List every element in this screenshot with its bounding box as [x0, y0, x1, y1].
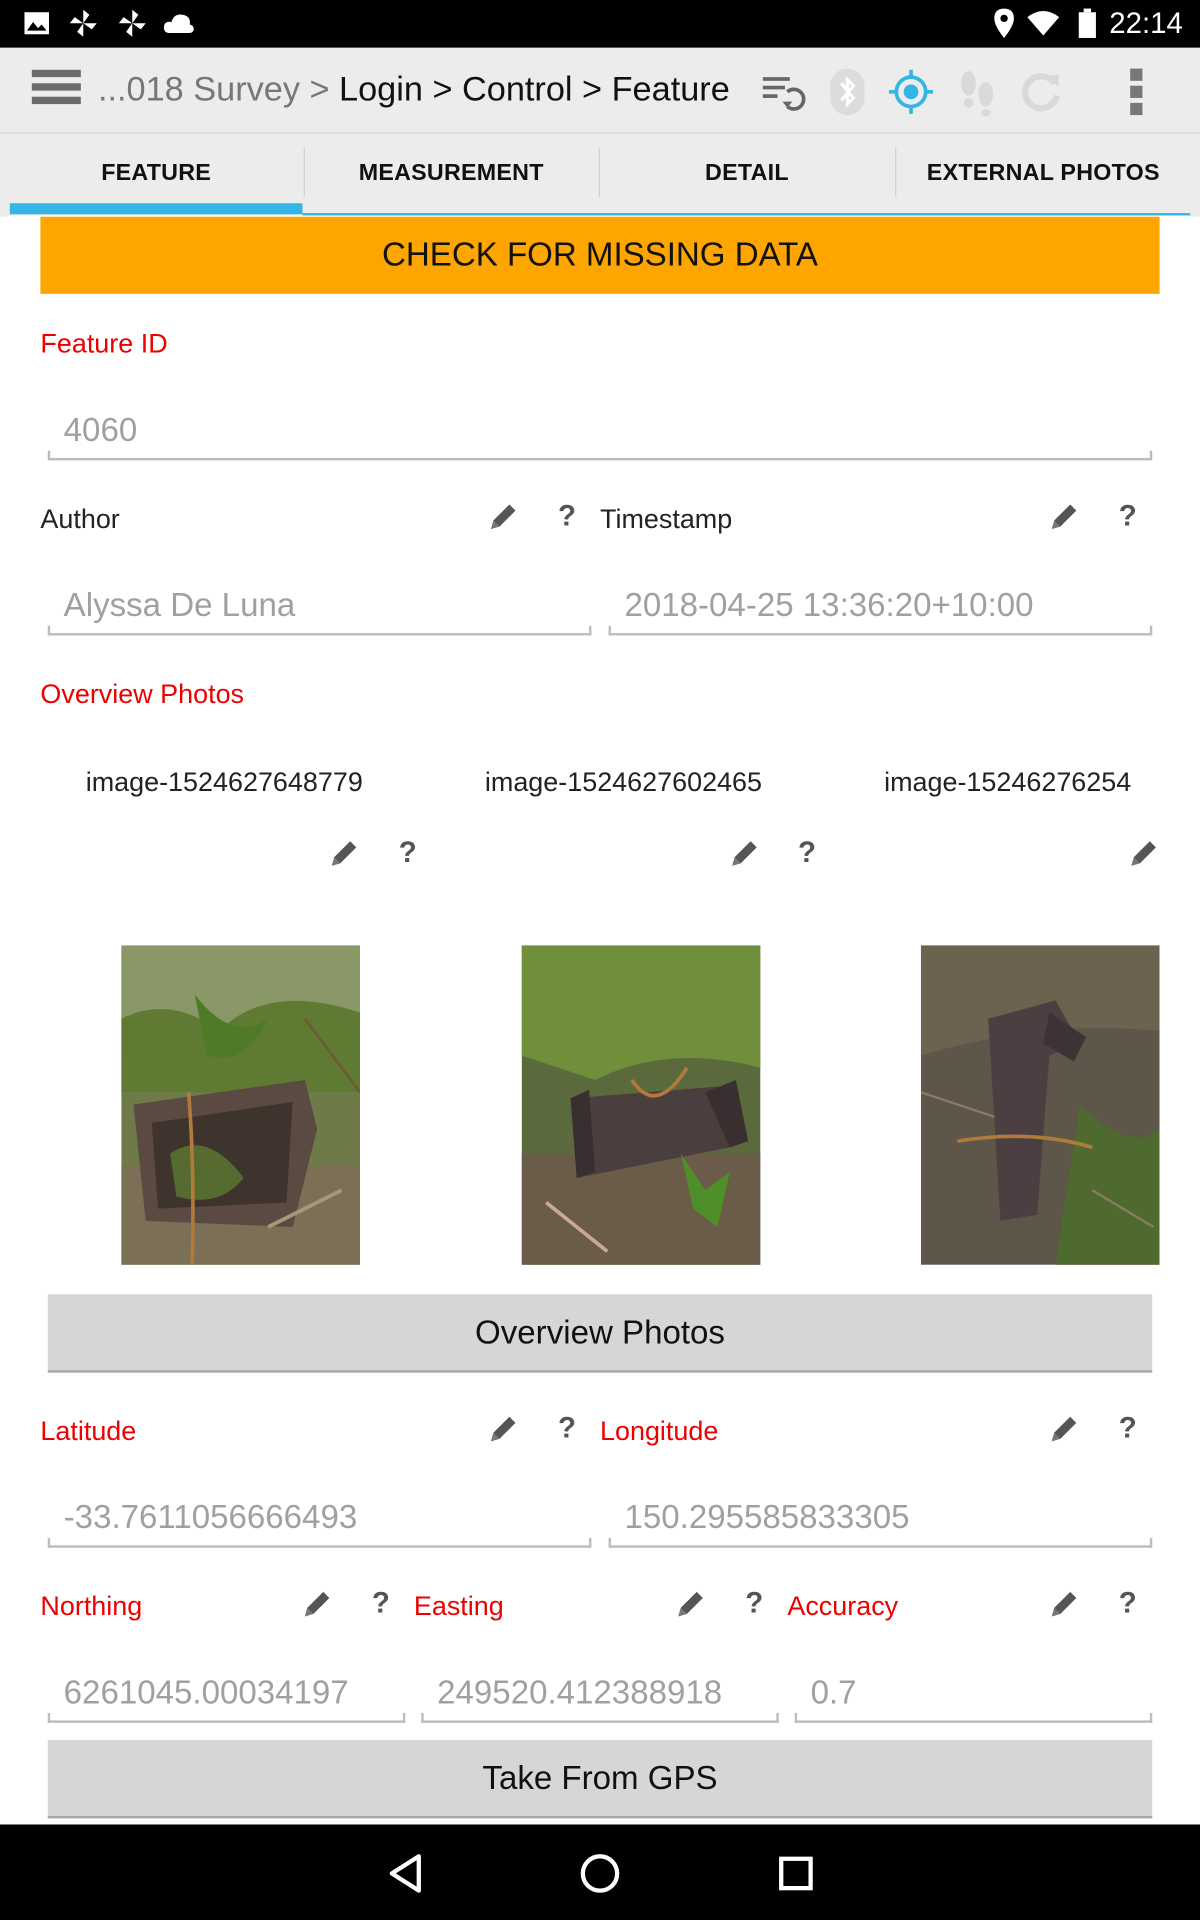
latitude-label: Latitude: [40, 1415, 137, 1447]
tab-external-photos[interactable]: EXTERNAL PHOTOS: [896, 133, 1190, 214]
timestamp-label: Timestamp: [600, 503, 733, 534]
take-from-gps-button[interactable]: Take From GPS: [47, 1740, 1153, 1819]
northing-field[interactable]: 6261045.00034197: [47, 1673, 406, 1723]
longitude-value: 150.295585833305: [624, 1498, 910, 1536]
accuracy-edit-pencil-icon[interactable]: [1048, 1588, 1080, 1620]
check-missing-data-button[interactable]: CHECK FOR MISSING DATA: [40, 216, 1160, 294]
footsteps-icon[interactable]: [950, 65, 1004, 119]
author-help-icon[interactable]: ?: [555, 500, 579, 534]
accuracy-field[interactable]: 0.7: [794, 1673, 1153, 1723]
overview-photo-3[interactable]: [920, 945, 1160, 1265]
overview-photo-2[interactable]: [521, 945, 761, 1265]
easting-field[interactable]: 249520.412388918: [421, 1674, 779, 1723]
timestamp-edit-pencil-icon[interactable]: [1048, 501, 1080, 533]
fan-icon-2: [115, 7, 149, 39]
longitude-field[interactable]: 150.295585833305: [608, 1498, 1153, 1548]
breadcrumb[interactable]: ...018 Survey > Login > Control > Featur…: [98, 70, 730, 109]
photo-1-help-icon[interactable]: ?: [396, 836, 420, 870]
feature-id-value: 4060: [63, 411, 138, 449]
accuracy-value: 0.7: [810, 1673, 857, 1711]
battery-icon: [1070, 7, 1104, 39]
overview-photos-button[interactable]: Overview Photos: [47, 1294, 1153, 1373]
breadcrumb-prefix: ...018 Survey >: [97, 69, 330, 108]
northing-value: 6261045.00034197: [63, 1673, 349, 1711]
status-bar: 22:14: [0, 0, 1200, 48]
author-field[interactable]: Alyssa De Luna: [47, 586, 592, 636]
overview-photos-label: Overview Photos: [40, 678, 245, 709]
gps-icon[interactable]: [884, 65, 938, 119]
latitude-field[interactable]: -33.7611056666493: [47, 1498, 592, 1548]
home-icon[interactable]: [576, 1849, 625, 1898]
easting-value: 249520.412388918: [437, 1673, 723, 1711]
overview-photo-1[interactable]: [121, 945, 360, 1265]
photo-3-edit-pencil-icon[interactable]: [1128, 838, 1160, 870]
longitude-edit-pencil-icon[interactable]: [1048, 1413, 1080, 1445]
cloud-icon: [162, 7, 196, 39]
timestamp-value: 2018-04-25 13:36:20+10:00: [624, 586, 1034, 624]
longitude-label: Longitude: [600, 1415, 719, 1447]
feature-id-label: Feature ID: [40, 328, 168, 359]
status-clock: 22:14: [1109, 7, 1183, 41]
timestamp-field[interactable]: 2018-04-25 13:36:20+10:00: [608, 586, 1153, 636]
bluetooth-icon[interactable]: [820, 65, 874, 119]
screen: 22:14 ...018 Survey > Login > Control > …: [0, 0, 1200, 1920]
active-tab-indicator: [9, 203, 303, 215]
photo-name-3: image-15246276254: [884, 766, 1132, 798]
easting-help-icon[interactable]: ?: [742, 1587, 766, 1621]
fan-icon: [66, 7, 100, 39]
wifi-icon: [1026, 7, 1060, 39]
menu-icon[interactable]: [31, 69, 81, 112]
photo-2-edit-pencil-icon[interactable]: [729, 838, 761, 870]
back-icon[interactable]: [381, 1849, 430, 1898]
navigation-bar: [0, 1824, 1200, 1920]
northing-help-icon[interactable]: ?: [369, 1587, 393, 1621]
feature-id-field[interactable]: 4060: [47, 411, 1153, 461]
latitude-value: -33.7611056666493: [63, 1498, 358, 1536]
longitude-help-icon[interactable]: ?: [1116, 1412, 1140, 1446]
breadcrumb-path: Login > Control > Feature: [329, 69, 730, 108]
photo-2-help-icon[interactable]: ?: [795, 836, 819, 870]
app-bar: ...018 Survey > Login > Control > Featur…: [0, 47, 1200, 134]
latitude-edit-pencil-icon[interactable]: [487, 1413, 519, 1445]
timestamp-help-icon[interactable]: ?: [1116, 500, 1140, 534]
author-edit-pencil-icon[interactable]: [487, 501, 519, 533]
northing-label: Northing: [40, 1590, 143, 1622]
photo-name-1: image-1524627648779: [85, 766, 363, 798]
author-value: Alyssa De Luna: [63, 586, 296, 624]
location-icon: [987, 7, 1021, 39]
accuracy-label: Accuracy: [787, 1590, 899, 1622]
refresh-icon[interactable]: [1014, 65, 1068, 119]
author-label: Author: [40, 503, 120, 534]
photo-1-edit-pencil-icon[interactable]: [328, 838, 360, 870]
tab-feature[interactable]: FEATURE: [10, 133, 303, 214]
latitude-help-icon[interactable]: ?: [555, 1412, 579, 1446]
recents-icon[interactable]: [771, 1849, 820, 1898]
photo-name-2: image-1524627602465: [484, 766, 763, 798]
easting-edit-pencil-icon[interactable]: [675, 1588, 707, 1620]
sync-list-icon[interactable]: [757, 65, 811, 119]
northing-edit-pencil-icon[interactable]: [301, 1588, 333, 1620]
accuracy-help-icon[interactable]: ?: [1116, 1587, 1140, 1621]
tab-detail[interactable]: DETAIL: [600, 133, 894, 214]
tab-measurement[interactable]: MEASUREMENT: [305, 133, 598, 214]
gallery-icon: [20, 7, 54, 39]
easting-label: Easting: [413, 1590, 504, 1622]
overflow-menu-icon[interactable]: [1109, 65, 1163, 119]
